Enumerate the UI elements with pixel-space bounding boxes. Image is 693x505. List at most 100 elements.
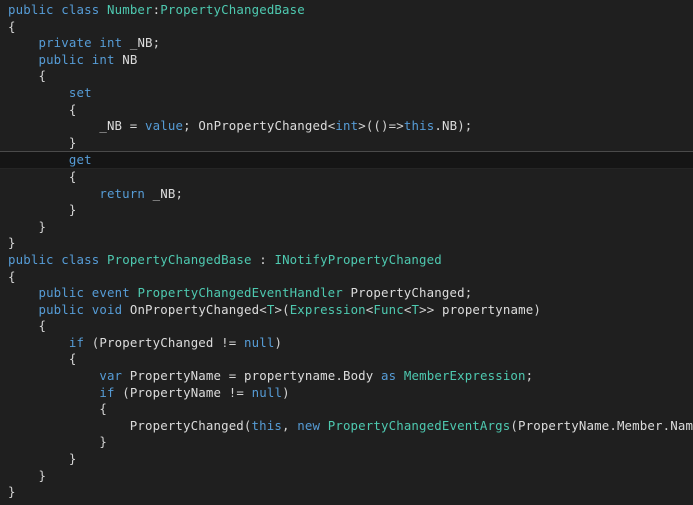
code-keyword: int [99,35,123,51]
code-punctuation: >(()=> [358,118,404,134]
code-line[interactable]: if (PropertyName != null) [0,385,693,402]
code-punctuation: } [38,218,47,234]
code-line[interactable]: } [0,484,693,501]
code-line[interactable]: { [0,68,693,85]
code-type: Func [373,301,404,317]
code-line[interactable]: { [0,169,693,186]
code-keyword: new [297,417,321,433]
code-line[interactable]: } [0,219,693,236]
code-punctuation: { [38,318,47,334]
code-line[interactable]: _NB = value; OnPropertyChanged<int>(()=>… [0,118,693,135]
code-line[interactable]: } [0,135,693,152]
code-punctuation: != [221,334,237,350]
code-keyword: int [335,118,359,134]
code-line[interactable]: public class Number:PropertyChangedBase [0,2,693,19]
code-line[interactable]: } [0,202,693,219]
code-editor[interactable]: public class Number:PropertyChangedBase{… [0,0,693,505]
code-line[interactable]: } [0,451,693,468]
code-punctuation: ); [457,118,473,134]
code-punctuation: ; [464,285,473,301]
code-line[interactable]: { [0,401,693,418]
code-punctuation: , [282,417,290,433]
code-punctuation: } [68,451,77,467]
code-type: PropertyChangedEventArgs [327,417,511,433]
code-identifier: Member [616,417,663,433]
code-punctuation: } [68,134,77,150]
code-keyword: value [145,118,184,134]
code-line[interactable]: public event PropertyChangedEventHandler… [0,285,693,302]
code-identifier: propertyname [244,368,336,384]
code-line[interactable]: { [0,318,693,335]
code-punctuation: ( [243,417,252,433]
code-line[interactable]: } [0,468,693,485]
code-punctuation: . [335,368,343,384]
code-line[interactable]: var PropertyName = propertyname.Body as … [0,368,693,385]
code-keyword: this [403,118,435,134]
code-identifier: OnPropertyChanged [129,301,260,317]
code-identifier: PropertyName [129,384,222,400]
code-line[interactable]: private int _NB; [0,35,693,52]
code-identifier: PropertyChanged [129,417,244,433]
code-identifier: OnPropertyChanged [198,118,328,134]
code-identifier: Body [342,368,374,384]
code-line[interactable]: if (PropertyChanged != null) [0,335,693,352]
code-identifier: PropertyChanged [350,285,465,301]
code-lines-container[interactable]: public class Number:PropertyChangedBase{… [0,2,693,505]
code-line[interactable]: { [0,102,693,119]
code-line[interactable]: { [0,351,693,368]
code-type: PropertyChangedBase [160,2,305,17]
code-keyword: null [244,334,275,350]
code-line[interactable]: set [0,85,693,102]
code-line[interactable]: public int NB [0,52,693,69]
code-keyword: public [38,51,85,67]
code-identifier: PropertyName [129,368,222,384]
code-identifier: Name [670,417,693,433]
code-keyword: set [68,84,92,100]
code-line[interactable]: public class PropertyChangedBase : INoti… [0,252,693,269]
code-line[interactable]: { [0,269,693,286]
code-keyword: void [91,301,123,317]
code-punctuation: } [68,202,77,218]
code-punctuation: >> [419,301,435,317]
code-type: PropertyChangedEventHandler [137,285,343,301]
code-line[interactable]: } [0,434,693,451]
code-line[interactable]: { [0,19,693,36]
code-keyword: public [8,2,54,17]
code-punctuation: < [403,301,412,317]
code-punctuation: { [8,268,16,284]
code-line[interactable]: return _NB; [0,186,693,203]
code-punctuation: ) [274,334,283,350]
code-punctuation: < [259,301,267,317]
code-identifier: _NB [129,35,153,51]
code-punctuation: } [8,484,16,500]
code-line[interactable]: get [0,151,693,169]
code-line[interactable]: public void OnPropertyChanged<T>(Express… [0,302,693,319]
code-punctuation: ) [282,384,290,400]
code-line[interactable]: PropertyChanged(this, new PropertyChange… [0,418,693,435]
code-line[interactable]: } [0,235,693,252]
